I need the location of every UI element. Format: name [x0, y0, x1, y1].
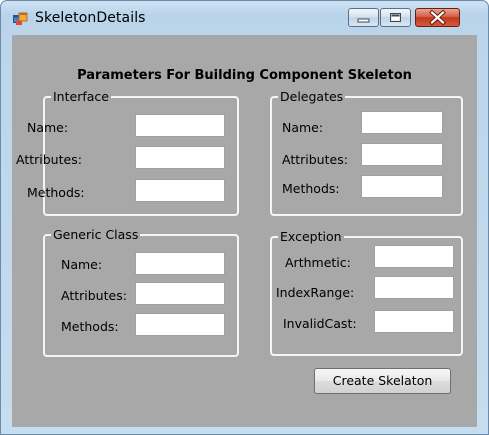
delegates-methods-label: Methods:: [282, 181, 340, 196]
delegates-attributes-label: Attributes:: [282, 152, 348, 167]
maximize-button[interactable]: [380, 8, 411, 27]
generic-class-attributes-label: Attributes:: [61, 288, 127, 303]
maximize-icon: [390, 13, 401, 22]
generic-class-methods-label: Methods:: [61, 319, 119, 334]
delegates-attributes-input[interactable]: [361, 143, 443, 166]
skeleton-details-window: SkeletonDetails Parameters For Building …: [0, 0, 489, 435]
window-title: SkeletonDetails: [35, 10, 146, 26]
form-client-area: Parameters For Building Component Skelet…: [12, 35, 477, 427]
title-bar[interactable]: SkeletonDetails: [1, 1, 488, 35]
delegates-name-input[interactable]: [361, 111, 443, 134]
generic-class-name-input[interactable]: [135, 252, 225, 275]
generic-class-methods-input[interactable]: [135, 313, 225, 336]
generic-class-group-legend: Generic Class: [51, 227, 141, 243]
exception-invalidcast-label: InvalidCast:: [283, 316, 357, 331]
exception-arthmetic-label: Arthmetic:: [285, 255, 351, 270]
exception-group-legend: Exception: [278, 229, 344, 245]
minimize-button[interactable]: [348, 8, 379, 27]
close-button[interactable]: [415, 8, 460, 27]
interface-methods-input[interactable]: [135, 179, 225, 202]
exception-invalidcast-input[interactable]: [374, 310, 454, 333]
exception-indexrange-input[interactable]: [374, 276, 454, 299]
exception-indexrange-label: IndexRange:: [276, 285, 355, 300]
generic-class-attributes-input[interactable]: [135, 282, 225, 305]
generic-class-name-label: Name:: [61, 257, 103, 272]
interface-attributes-label: Attributes:: [16, 152, 82, 167]
create-skeleton-button[interactable]: Create Skelaton: [314, 368, 451, 394]
interface-name-input[interactable]: [135, 114, 225, 137]
interface-methods-label: Methods:: [27, 185, 85, 200]
minimize-icon: [357, 18, 370, 23]
delegates-name-label: Name:: [282, 120, 324, 135]
delegates-group-legend: Delegates: [278, 89, 346, 105]
interface-name-label: Name:: [27, 120, 69, 135]
form-heading: Parameters For Building Component Skelet…: [77, 68, 412, 83]
interface-group-legend: Interface: [51, 89, 111, 105]
delegates-methods-input[interactable]: [361, 175, 443, 198]
winforms-form-icon: [13, 11, 29, 25]
exception-arthmetic-input[interactable]: [374, 245, 454, 268]
close-icon: [429, 9, 446, 26]
interface-attributes-input[interactable]: [135, 146, 225, 169]
